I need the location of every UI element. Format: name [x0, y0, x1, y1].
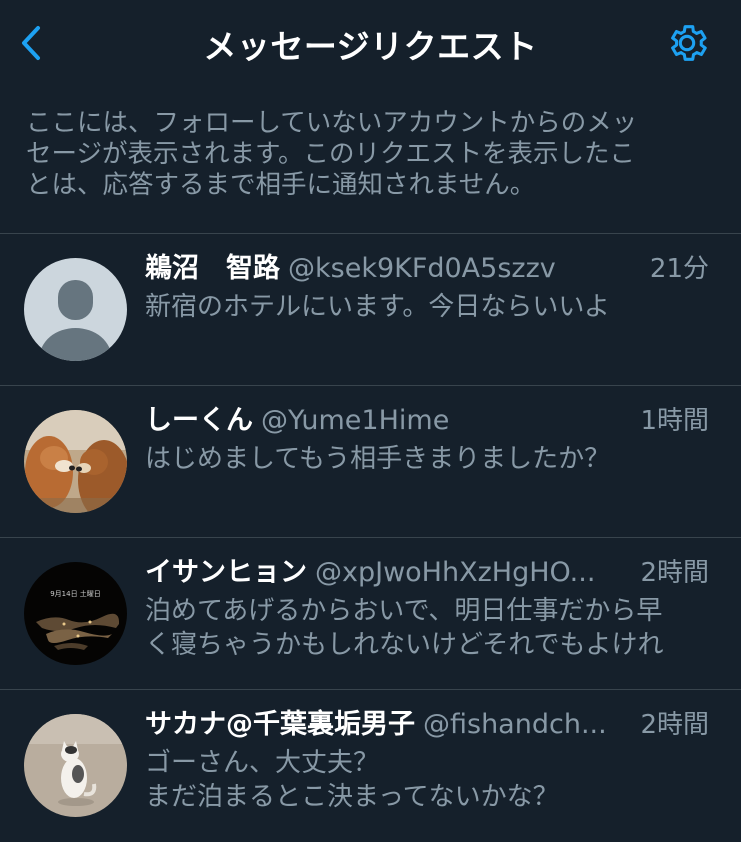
avatar[interactable] — [24, 258, 127, 361]
settings-button[interactable] — [664, 20, 710, 66]
dogs-photo-icon — [24, 410, 127, 513]
avatar[interactable] — [24, 714, 127, 817]
message-preview: 新宿のホテルにいます。今日ならいいよ — [145, 290, 715, 324]
sender-handle: @fishandch... — [423, 709, 607, 740]
sender-info: しーくん @Yume1Hime — [145, 403, 713, 439]
sender-name: しーくん — [145, 405, 253, 436]
message-preview: ゴーさん、大丈夫？ まだ泊まるとこ決まってないかな？ — [145, 746, 715, 814]
description-line: ここには、フォローしていないアカウントからのメッ — [26, 108, 638, 138]
requests-description: ここには、フォローしていないアカウントからのメッ セージが表示されます。このリク… — [26, 108, 716, 201]
sender-name: サカナ@千葉裏垢男子 — [145, 709, 415, 740]
sender-handle: @Yume1Hime — [261, 405, 450, 436]
avatar[interactable]: 9月14日 土曜日 — [24, 562, 127, 665]
gear-icon — [671, 25, 707, 61]
message-line: 新宿のホテルにいます。今日ならいいよ — [145, 292, 610, 322]
night-view-photo-icon: 9月14日 土曜日 — [24, 562, 127, 665]
sender-handle: @xpJwoHhXzHgHO... — [315, 557, 596, 588]
sender-info: イサンヒョン @xpJwoHhXzHgHO... — [145, 555, 713, 591]
default-profile-icon — [24, 258, 127, 361]
sender-name: 鵜沼 智路 — [145, 253, 280, 284]
message-line: く寝ちゃうかもしれないけどそれでもよけれ — [145, 630, 664, 660]
message-line: まだ泊まるとこ決まってないかな？ — [145, 782, 559, 812]
message-line: 泊めてあげるからおいで、明日仕事だから早 — [145, 596, 663, 626]
avatar[interactable] — [24, 410, 127, 513]
message-preview: 泊めてあげるからおいで、明日仕事だから早 く寝ちゃうかもしれないけどそれでもよけ… — [145, 594, 715, 662]
message-request-row[interactable]: 9月14日 土曜日 イサンヒョン @xpJwoHhXzHgHO... 2時間 泊め… — [0, 537, 741, 689]
cat-photo-icon — [24, 714, 127, 817]
message-line: ゴーさん、大丈夫？ — [145, 748, 380, 778]
description-line: セージが表示されます。このリクエストを表示したこ — [26, 139, 635, 169]
sender-handle: @ksek9KFd0A5szzv — [288, 253, 556, 284]
message-request-row[interactable]: しーくん @Yume1Hime 1時間 はじめましてもう相手きまりましたか？ — [0, 385, 741, 537]
message-preview: はじめましてもう相手きまりましたか？ — [145, 442, 715, 476]
message-request-row[interactable]: サカナ@千葉裏垢男子 @fishandch... 2時間 ゴーさん、大丈夫？ まだ… — [0, 689, 741, 841]
description-line: とは、応答するまで相手に通知されません。 — [26, 170, 536, 200]
page-title: メッセージリクエスト — [203, 27, 538, 66]
timestamp: 2時間 — [632, 555, 709, 591]
message-request-row[interactable]: 鵜沼 智路 @ksek9KFd0A5szzv 21分 新宿のホテルにいます。今日な… — [0, 233, 741, 385]
timestamp: 21分 — [641, 251, 709, 287]
avatar-caption: 9月14日 土曜日 — [50, 589, 101, 598]
timestamp: 2時間 — [632, 707, 709, 743]
sender-info: サカナ@千葉裏垢男子 @fishandch... — [145, 707, 713, 743]
header-bar: メッセージリクエスト — [0, 0, 741, 86]
message-line: はじめましてもう相手きまりましたか？ — [145, 444, 611, 474]
sender-name: イサンヒョン — [145, 557, 307, 588]
sender-info: 鵜沼 智路 @ksek9KFd0A5szzv — [145, 251, 713, 287]
timestamp: 1時間 — [632, 403, 709, 439]
